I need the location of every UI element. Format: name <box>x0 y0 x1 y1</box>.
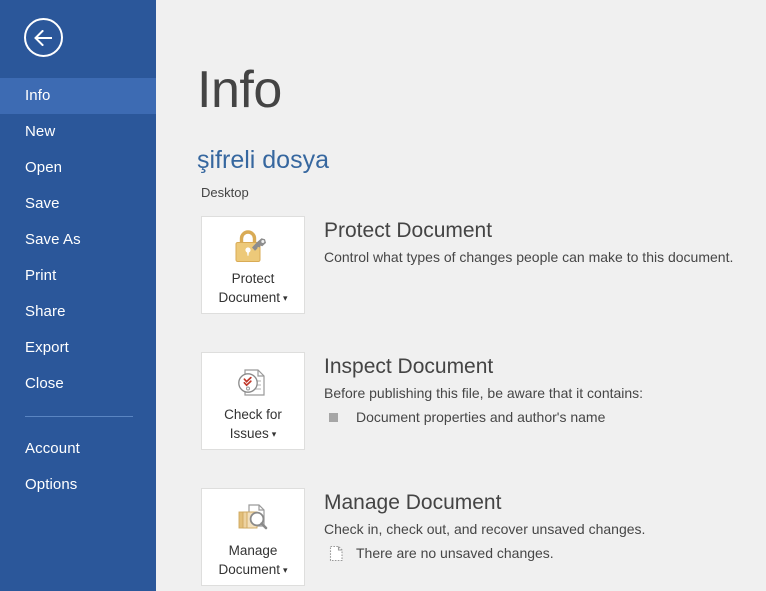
sidebar-item-new[interactable]: New <box>0 114 156 150</box>
sidebar-item-share[interactable]: Share <box>0 294 156 330</box>
sidebar-item-label: Save As <box>25 231 81 248</box>
document-stack-search-icon <box>231 495 275 541</box>
manage-section-heading: Manage Document <box>324 491 502 514</box>
sidebar-item-label: Share <box>25 303 66 320</box>
list-item-label: There are no unsaved changes. <box>356 545 554 561</box>
sidebar-item-label: Open <box>25 159 63 176</box>
inspect-section-description: Before publishing this file, be aware th… <box>324 385 644 401</box>
sidebar-item-export[interactable]: Export <box>0 330 156 366</box>
sidebar-item-close[interactable]: Close <box>0 366 156 402</box>
sidebar-item-save[interactable]: Save <box>0 186 156 222</box>
manage-bullet-list: There are no unsaved changes. <box>324 542 645 564</box>
list-item-label: Document properties and author's name <box>356 409 606 425</box>
sidebar-item-info[interactable]: Info <box>0 78 156 114</box>
sidebar-item-label: Info <box>25 87 51 104</box>
backstage-view: Info New Open Save Save As Print Share E… <box>0 0 766 591</box>
sidebar-item-label: Close <box>25 375 64 392</box>
sidebar-item-save-as[interactable]: Save As <box>0 222 156 258</box>
protect-button-label-line2: Document ▾ <box>218 289 287 307</box>
square-bullet-icon <box>324 412 352 422</box>
protect-button-label-line1: Protect <box>231 271 275 286</box>
protect-document-button[interactable]: Protect Document ▾ <box>201 216 305 314</box>
dashed-document-icon <box>324 545 352 562</box>
backstage-sidebar: Info New Open Save Save As Print Share E… <box>0 0 156 591</box>
sidebar-divider <box>0 402 156 431</box>
inspect-button-label-line2: Issues ▾ <box>230 425 277 443</box>
chevron-down-icon: ▾ <box>271 429 277 440</box>
sidebar-item-options[interactable]: Options <box>0 467 156 503</box>
document-path: Desktop <box>201 185 249 200</box>
protect-section-heading: Protect Document <box>324 219 493 242</box>
sidebar-item-label: Options <box>25 476 78 493</box>
sidebar-item-label: Save <box>25 195 60 212</box>
document-name: şifreli dosya <box>197 146 329 174</box>
manage-section-description: Check in, check out, and recover unsaved… <box>324 521 646 537</box>
sidebar-item-account[interactable]: Account <box>0 431 156 467</box>
list-item: There are no unsaved changes. <box>324 542 645 564</box>
backstage-main: Info şifreli dosya Desktop Protect Docum… <box>156 0 766 591</box>
sidebar-item-label: Export <box>25 339 69 356</box>
section-manage-document: Manage Document ▾ Manage Document Check i… <box>201 488 645 586</box>
manage-button-label-line2: Document ▾ <box>218 561 287 579</box>
sidebar-item-label: Account <box>25 440 80 457</box>
inspect-bullet-list: Document properties and author's name <box>324 406 643 428</box>
list-item: Document properties and author's name <box>324 406 643 428</box>
back-button[interactable] <box>24 18 63 57</box>
sidebar-item-label: New <box>25 123 56 140</box>
inspect-button-label-line1: Check for <box>224 407 282 422</box>
chevron-down-icon: ▾ <box>283 565 288 576</box>
padlock-key-icon <box>231 223 275 269</box>
back-arrow-icon <box>33 29 54 46</box>
protect-section-description: Control what types of changes people can… <box>324 249 734 265</box>
document-inspect-icon <box>231 359 275 405</box>
manage-button-label-line1: Manage <box>228 543 278 558</box>
section-protect-document: Protect Document ▾ Protect Document Contr… <box>201 216 733 314</box>
section-inspect-document: Check for Issues ▾ Inspect Document Befor… <box>201 352 643 450</box>
check-for-issues-button[interactable]: Check for Issues ▾ <box>201 352 305 450</box>
sidebar-item-print[interactable]: Print <box>0 258 156 294</box>
manage-document-button[interactable]: Manage Document ▾ <box>201 488 305 586</box>
sidebar-item-open[interactable]: Open <box>0 150 156 186</box>
sidebar-item-label: Print <box>25 267 57 284</box>
sidebar-nav: Info New Open Save Save As Print Share E… <box>0 78 156 503</box>
inspect-section-heading: Inspect Document <box>324 355 494 378</box>
chevron-down-icon: ▾ <box>283 293 288 304</box>
page-title: Info <box>197 61 282 119</box>
